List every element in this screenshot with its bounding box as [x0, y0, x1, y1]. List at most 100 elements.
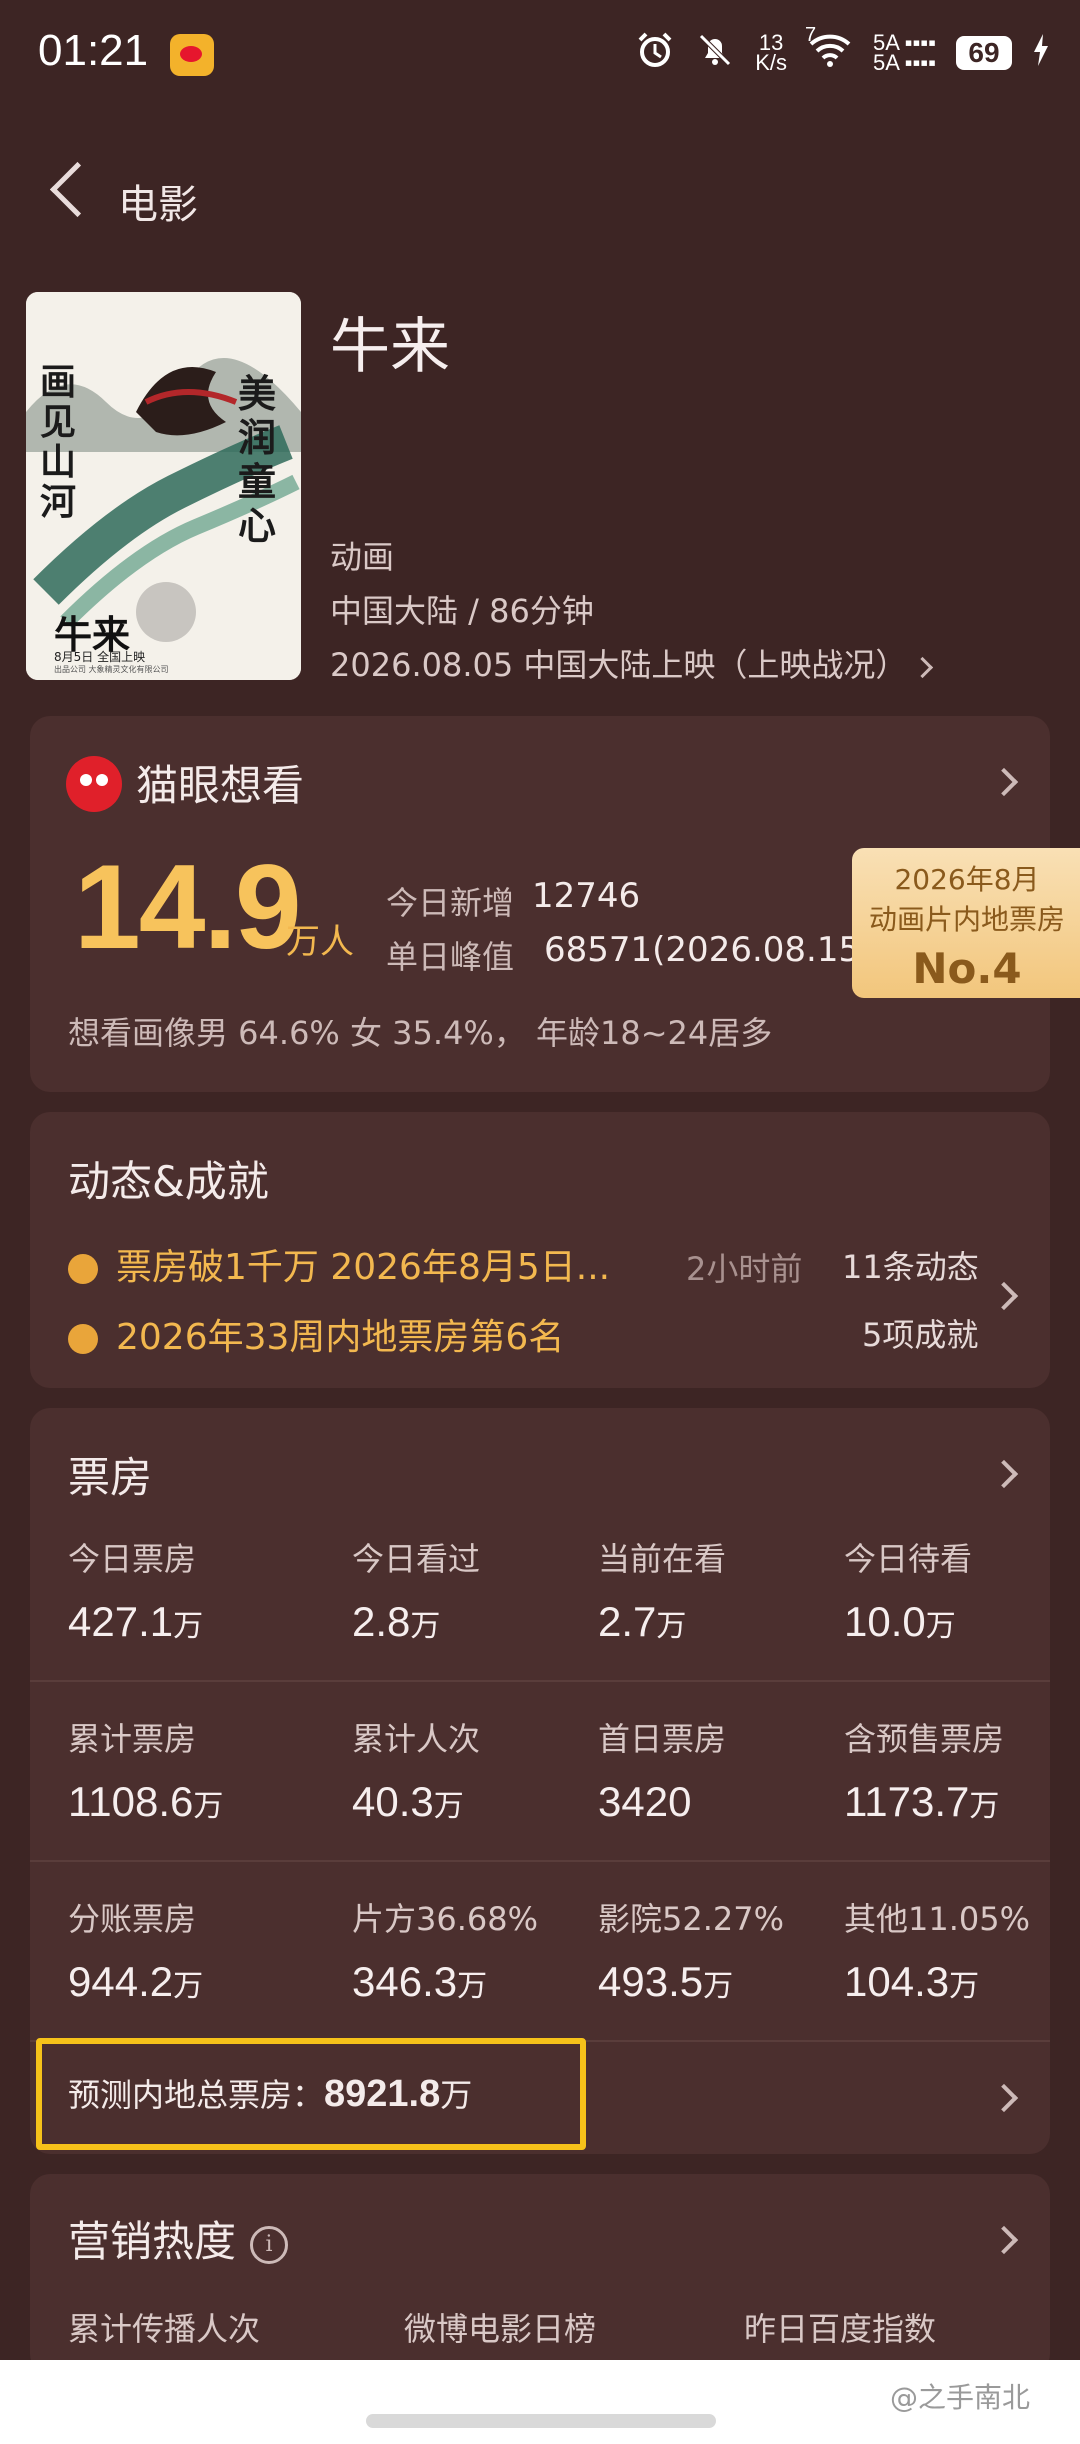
box-label: 影院52.27%	[598, 1900, 785, 1938]
marketing-col: 昨日百度指数	[744, 2310, 937, 2348]
chevron-right-icon[interactable]	[989, 1459, 1019, 1489]
box-label: 首日票房	[598, 1720, 727, 1758]
prediction-row[interactable]: 预测内地总票房：8921.8万	[68, 2070, 472, 2116]
box-number: 493.5	[598, 1958, 704, 2005]
maoyan-logo-icon	[66, 756, 122, 812]
rank-number: No.4	[912, 944, 1022, 993]
box-label: 分账票房	[68, 1900, 197, 1938]
dynamic-text-1: 票房破1千万 2026年8月5日...	[116, 1247, 611, 1288]
marketing-col: 累计传播人次	[68, 2310, 261, 2348]
achievements-count: 5项成就	[862, 1316, 979, 1354]
status-time: 01:21	[38, 26, 149, 75]
today-new-label: 今日新增	[386, 884, 515, 922]
box-label: 其他11.05%	[844, 1900, 1031, 1938]
box-unit: 万	[433, 1789, 464, 1824]
box-value: 104.3万	[844, 1958, 979, 2006]
poster-date: 8月5日 全国上映	[54, 650, 146, 664]
box-number: 40.3	[352, 1778, 434, 1825]
prediction-value: 8921.8	[324, 2073, 441, 2115]
box-value: 346.3万	[352, 1958, 487, 2006]
dynamics-count: 11条动态	[842, 1248, 979, 1286]
charging-icon	[1032, 34, 1050, 72]
box-value: 3420	[598, 1778, 691, 1826]
mute-icon	[695, 30, 735, 76]
box-label: 累计票房	[68, 1720, 197, 1758]
box-number: 10.0	[844, 1598, 926, 1645]
back-arrow-icon[interactable]	[49, 161, 106, 218]
dynamic-time: 2小时前	[686, 1250, 803, 1288]
box-label: 累计人次	[352, 1720, 481, 1758]
want-count: 14.9	[74, 840, 302, 974]
info-icon[interactable]: i	[250, 2225, 289, 2264]
chevron-right-icon[interactable]	[989, 767, 1019, 797]
weibo-app-icon	[170, 34, 214, 76]
boxoffice-title: 票房	[68, 1453, 153, 1502]
maoyan-card[interactable]: 猫眼想看 14.9 万人 今日新增 12746 单日峰值 68571(2026.…	[30, 716, 1080, 1092]
movie-genre: 动画	[330, 538, 395, 576]
battery-icon: 69	[956, 36, 1012, 70]
box-number: 2.8	[352, 1598, 411, 1645]
box-unit: 万	[457, 1969, 488, 2004]
box-value: 1108.6万	[68, 1778, 223, 1826]
chevron-right-icon[interactable]	[989, 1281, 1019, 1311]
box-unit: 万	[173, 1609, 204, 1644]
box-unit: 万	[969, 1789, 1000, 1824]
movie-release[interactable]: 2026.08.05 中国大陆上映（上映战况）	[330, 640, 934, 686]
rank-badge[interactable]: 2026年8月 动画片内地票房 No.4	[852, 848, 1080, 998]
box-value: 427.1万	[68, 1598, 203, 1646]
box-label: 今日看过	[352, 1540, 481, 1578]
alarm-icon	[635, 30, 675, 76]
rank-line2: 动画片内地票房	[868, 903, 1065, 936]
release-text: 2026.08.05 中国大陆上映（上映战况）	[330, 646, 908, 684]
dynamics-title: 动态&成就	[68, 1157, 269, 1206]
box-value: 2.7万	[598, 1598, 686, 1646]
box-unit: 万	[193, 1789, 224, 1824]
chevron-right-icon[interactable]	[989, 2225, 1019, 2255]
box-number: 3420	[598, 1778, 692, 1825]
box-number: 1173.7	[844, 1778, 970, 1825]
poster-text-left: 画见山河	[40, 361, 77, 523]
nav-back-label[interactable]: 电影	[118, 172, 198, 230]
box-unit: 万	[703, 1969, 734, 2004]
poster-text-right: 美润童心	[238, 371, 277, 548]
box-number: 346.3	[352, 1958, 458, 2005]
box-number: 2.7	[598, 1598, 657, 1645]
dynamics-card[interactable]: 动态&成就 票房破1千万 2026年8月5日... 2小时前 2026年33周内…	[30, 1112, 1050, 1388]
net-speed-unit: K/s	[755, 50, 787, 75]
net-speed: 13 K/s	[755, 32, 787, 75]
row-divider	[30, 1860, 1050, 1862]
dynamic-item-1[interactable]: 票房破1千万 2026年8月5日...	[68, 1238, 610, 1290]
audience-portrait: 想看画像男 64.6% 女 35.4%， 年龄18~24居多	[68, 1014, 773, 1052]
box-unit: 万	[173, 1969, 204, 2004]
marketing-card[interactable]: 营销热度 i 累计传播人次 微博电影日榜 昨日百度指数	[30, 2174, 1050, 2374]
home-indicator[interactable]	[366, 2414, 716, 2428]
signal-icon: 5A ▪▪▪▪ 5A ▪▪▪▪	[872, 30, 936, 75]
box-label: 片方36.68%	[352, 1900, 539, 1938]
movie-poster[interactable]: 画见山河 美润童心 牛来 8月5日 全国上映 出品公司 大象精灵文化有限公司	[26, 292, 301, 680]
poster-fine-print: 出品公司 大象精灵文化有限公司	[54, 665, 169, 674]
chevron-right-icon[interactable]	[989, 2083, 1019, 2113]
box-value: 493.5万	[598, 1958, 733, 2006]
sim2-label: 5A	[872, 50, 899, 75]
medal-icon	[68, 1324, 98, 1354]
box-number: 1108.6	[68, 1778, 194, 1825]
today-new-value: 12746	[532, 876, 641, 916]
chevron-right-icon	[912, 656, 934, 678]
box-number: 944.2	[68, 1958, 174, 2005]
movie-region-duration: 中国大陆 / 86分钟	[330, 592, 594, 630]
status-icons: 13 K/s 7 5A ▪▪▪▪ 5A ▪▪▪▪ 69	[635, 24, 1050, 76]
wifi-icon: 7	[805, 24, 853, 74]
dynamic-item-2[interactable]: 2026年33周内地票房第6名	[68, 1308, 564, 1360]
box-label: 含预售票房	[844, 1720, 1005, 1758]
want-unit: 万人	[286, 922, 354, 962]
wifi-number: 7	[804, 24, 817, 46]
box-unit: 万	[949, 1969, 980, 2004]
marketing-title-text: 营销热度	[68, 2217, 237, 2266]
box-number: 104.3	[844, 1958, 950, 2005]
box-value: 944.2万	[68, 1958, 203, 2006]
bell-icon	[68, 1254, 98, 1284]
marketing-col: 微博电影日榜	[404, 2310, 597, 2348]
dynamic-text-2: 2026年33周内地票房第6名	[116, 1317, 565, 1358]
watermark: @之手南北	[890, 2381, 1031, 2414]
prediction-label: 预测内地总票房：	[68, 2076, 325, 2114]
